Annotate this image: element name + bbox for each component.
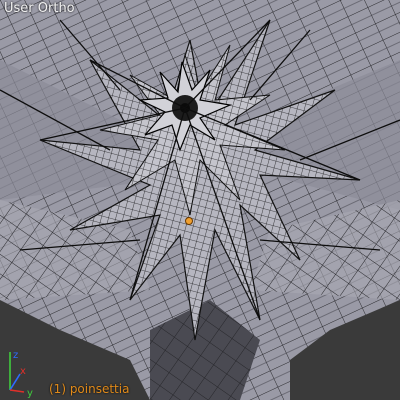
- axis-x-label: x: [20, 366, 26, 377]
- axis-y-label: y: [27, 388, 33, 399]
- object-origin-icon[interactable]: [185, 217, 193, 225]
- active-object-label: (1) poinsettia: [49, 382, 130, 396]
- 3d-viewport[interactable]: User Ortho z x y (1) poinsettia: [0, 0, 400, 400]
- view-name-label: User Ortho: [4, 1, 75, 16]
- mesh-render[interactable]: [0, 0, 400, 400]
- axis-gizmo-icon: z x y: [9, 350, 33, 399]
- axis-z-label: z: [13, 350, 18, 361]
